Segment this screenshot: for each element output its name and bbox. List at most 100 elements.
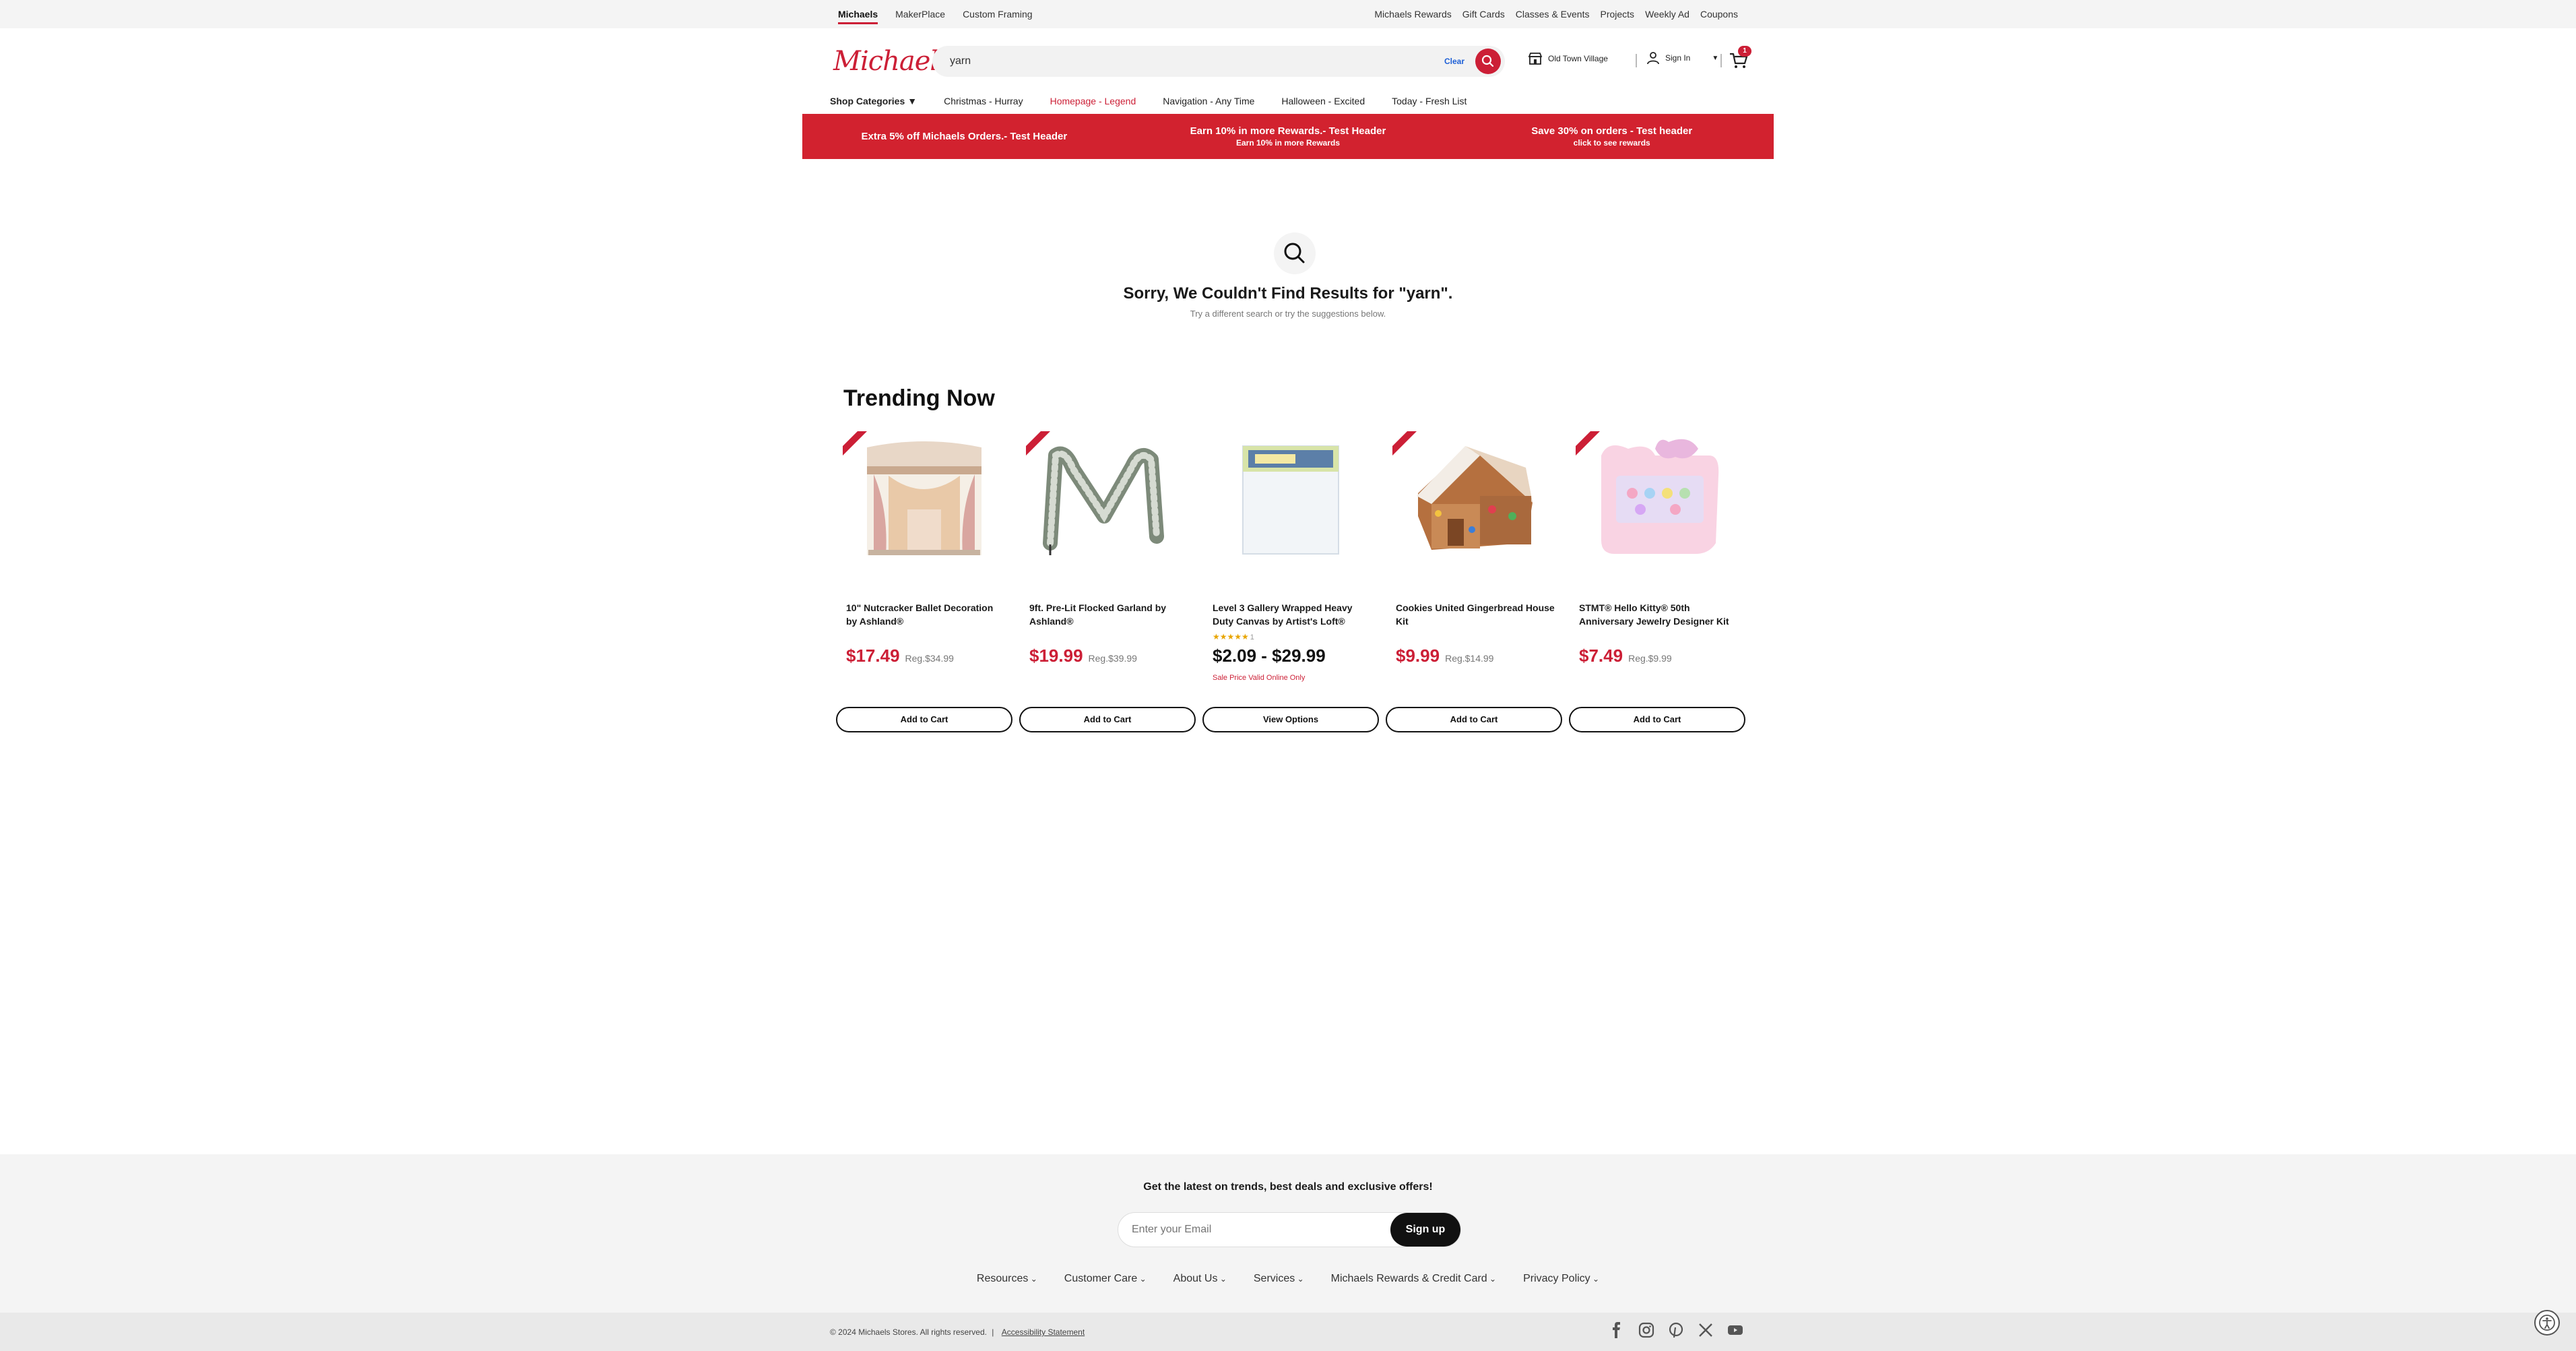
add-to-cart-button[interactable]: Add to Cart <box>1569 707 1745 732</box>
separator: | <box>992 1327 994 1337</box>
nav-item-navigation[interactable]: Navigation - Any Time <box>1163 96 1254 106</box>
search-icon <box>1481 55 1494 67</box>
store-name: Old Town Village <box>1548 54 1608 63</box>
search-input[interactable] <box>950 46 1388 77</box>
add-to-cart-button[interactable]: Add to Cart <box>836 707 1012 732</box>
user-icon <box>1647 52 1659 65</box>
product-price: $19.99 Reg.$39.99 <box>1029 646 1137 666</box>
sign-in-menu[interactable]: Sign In ▼ <box>1646 51 1718 65</box>
footer-link-rewards-credit[interactable]: Michaels Rewards & Credit Card <box>1331 1273 1496 1285</box>
promo-item[interactable]: Earn 10% in more Rewards.- Test Header E… <box>1126 114 1450 159</box>
new-tag-icon <box>1392 431 1417 455</box>
cart-count-badge: 1 <box>1738 46 1751 57</box>
add-to-cart-button[interactable]: Add to Cart <box>1019 707 1196 732</box>
new-tag-icon <box>843 431 867 455</box>
promo-title: Save 30% on orders - Test header <box>1531 125 1693 137</box>
regular-price: Reg.$14.99 <box>1445 653 1494 664</box>
product-price: $2.09 - $29.99 <box>1213 646 1326 666</box>
header-divider <box>1636 54 1637 67</box>
shop-categories-menu[interactable]: Shop Categories ▼ <box>830 96 917 106</box>
utility-link-weekly-ad[interactable]: Weekly Ad <box>1645 9 1689 20</box>
utility-link-custom-framing[interactable]: Custom Framing <box>963 0 1032 28</box>
regular-price: Reg.$9.99 <box>1628 653 1672 664</box>
utility-link-makerplace[interactable]: MakerPlace <box>895 0 945 28</box>
add-to-cart-button[interactable]: Add to Cart <box>1386 707 1562 732</box>
email-field[interactable] <box>1132 1213 1374 1247</box>
new-tag-icon <box>1576 431 1600 455</box>
product-card: 9ft. Pre-Lit Flocked Garland by Ashland®… <box>1019 429 1196 739</box>
footer-link-about-us[interactable]: About Us <box>1173 1273 1227 1285</box>
sign-up-button[interactable]: Sign up <box>1390 1213 1460 1247</box>
search-button[interactable] <box>1475 49 1501 74</box>
accessibility-icon <box>2539 1315 2555 1331</box>
utility-left-nav: Michaels MakerPlace Custom Framing <box>838 0 1050 28</box>
utility-link-michaels[interactable]: Michaels <box>838 0 878 28</box>
cart-button[interactable]: 1 <box>1729 46 1751 70</box>
promo-item[interactable]: Save 30% on orders - Test header click t… <box>1450 114 1774 159</box>
product-name[interactable]: STMT® Hello Kitty® 50th Anniversary Jewe… <box>1579 601 1738 628</box>
caret-down-icon: ▼ <box>1712 54 1719 62</box>
no-results-subtitle: Try a different search or try the sugges… <box>1190 309 1386 319</box>
footer-link-customer-care[interactable]: Customer Care <box>1064 1273 1147 1285</box>
utility-link-projects[interactable]: Projects <box>1600 9 1634 20</box>
sale-note: Sale Price Valid Online Only <box>1213 674 1306 682</box>
product-name[interactable]: 9ft. Pre-Lit Flocked Garland by Ashland® <box>1029 601 1188 628</box>
sale-price: $17.49 <box>846 646 900 666</box>
header-divider <box>1720 54 1722 67</box>
product-card: Cookies United Gingerbread House Kit $9.… <box>1386 429 1562 739</box>
footer-link-services[interactable]: Services <box>1254 1273 1304 1285</box>
product-price: $7.49 Reg.$9.99 <box>1579 646 1672 666</box>
footer-links: Resources Customer Care About Us Service… <box>951 1273 1625 1285</box>
nav-item-today[interactable]: Today - Fresh List <box>1392 96 1467 106</box>
utility-link-rewards[interactable]: Michaels Rewards <box>1374 9 1451 20</box>
product-price: $9.99 Reg.$14.99 <box>1396 646 1493 666</box>
search-bar: Clear <box>932 46 1505 77</box>
rating-stars[interactable]: ★★★★★ 1 <box>1213 632 1254 641</box>
store-selector[interactable]: Old Town Village <box>1528 51 1608 66</box>
sale-price: $19.99 <box>1029 646 1083 666</box>
no-results-badge <box>1274 232 1316 274</box>
product-card: STMT® Hello Kitty® 50th Anniversary Jewe… <box>1569 429 1745 739</box>
shop-categories-label: Shop Categories <box>830 96 905 106</box>
nav-item-homepage[interactable]: Homepage - Legend <box>1050 96 1136 106</box>
facebook-icon[interactable] <box>1609 1322 1625 1338</box>
newsletter-form: Sign up <box>1118 1212 1461 1247</box>
promo-subtitle: Earn 10% in more Rewards <box>1235 138 1341 148</box>
footer-link-privacy[interactable]: Privacy Policy <box>1523 1273 1599 1285</box>
nav-item-halloween[interactable]: Halloween - Excited <box>1281 96 1365 106</box>
new-tag-icon <box>1026 431 1050 455</box>
nav-item-christmas[interactable]: Christmas - Hurray <box>944 96 1023 106</box>
utility-link-classes[interactable]: Classes & Events <box>1516 9 1590 20</box>
newsletter-heading: Get the latest on trends, best deals and… <box>1143 1181 1433 1193</box>
sign-in-label: Sign In <box>1665 53 1691 63</box>
x-icon[interactable] <box>1698 1322 1714 1338</box>
product-image[interactable] <box>1208 429 1374 563</box>
footer: Get the latest on trends, best deals and… <box>0 1154 2576 1313</box>
utility-link-gift-cards[interactable]: Gift Cards <box>1462 9 1505 20</box>
copyright: © 2024 Michaels Stores. All rights reser… <box>830 1327 1085 1337</box>
footer-link-resources[interactable]: Resources <box>977 1273 1037 1285</box>
regular-price: Reg.$39.99 <box>1088 653 1137 664</box>
utility-right-nav: Michaels Rewards Gift Cards Classes & Ev… <box>1363 0 1738 28</box>
promo-item[interactable]: Extra 5% off Michaels Orders.- Test Head… <box>802 114 1126 159</box>
accessibility-button[interactable] <box>2534 1310 2560 1336</box>
product-name[interactable]: Cookies United Gingerbread House Kit <box>1396 601 1555 628</box>
product-name[interactable]: 10" Nutcracker Ballet Decoration by Ashl… <box>846 601 1005 628</box>
youtube-icon[interactable] <box>1727 1322 1743 1338</box>
promo-title: Extra 5% off Michaels Orders.- Test Head… <box>861 131 1068 142</box>
sale-price: $7.49 <box>1579 646 1623 666</box>
bottom-bar: © 2024 Michaels Stores. All rights reser… <box>0 1313 2576 1351</box>
regular-price: Reg.$34.99 <box>905 653 954 664</box>
search-icon <box>1284 243 1305 263</box>
category-nav: Shop Categories ▼ Christmas - Hurray Home… <box>830 93 1493 109</box>
instagram-icon[interactable] <box>1638 1322 1654 1338</box>
promo-banner: Extra 5% off Michaels Orders.- Test Head… <box>802 114 1774 159</box>
pinterest-icon[interactable] <box>1668 1322 1684 1338</box>
utility-link-coupons[interactable]: Coupons <box>1700 9 1738 20</box>
view-options-button[interactable]: View Options <box>1202 707 1379 732</box>
accessibility-statement-link[interactable]: Accessibility Statement <box>1002 1327 1085 1337</box>
search-clear-button[interactable]: Clear <box>1444 46 1464 77</box>
product-name[interactable]: Level 3 Gallery Wrapped Heavy Duty Canva… <box>1213 601 1372 628</box>
trending-products: 10" Nutcracker Ballet Decoration by Ashl… <box>836 429 1747 739</box>
store-icon <box>1528 53 1543 65</box>
